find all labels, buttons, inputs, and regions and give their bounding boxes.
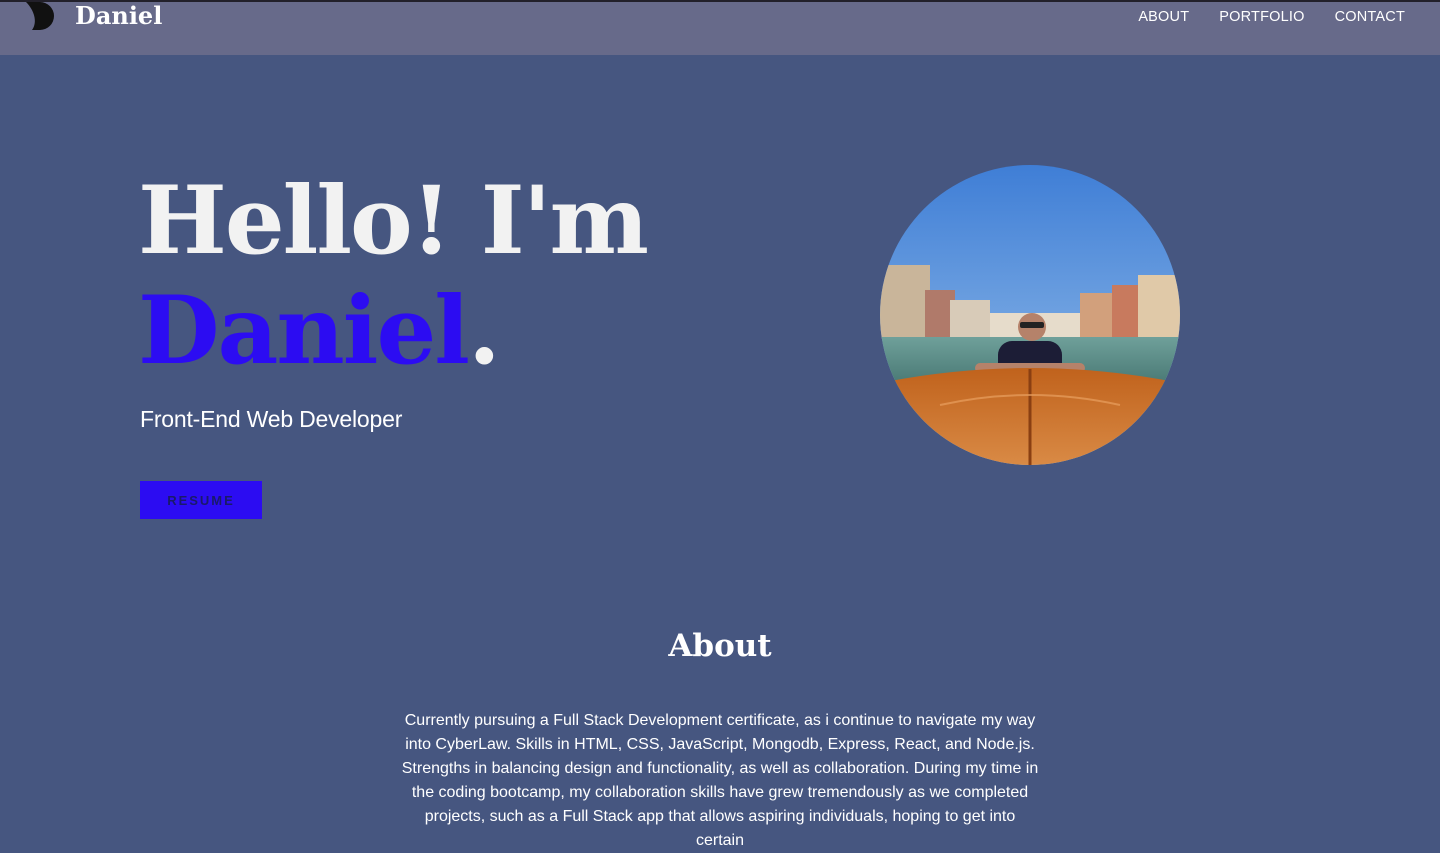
hero-greeting: Hello! I'm [138, 166, 649, 276]
nav-portfolio-link[interactable]: PORTFOLIO [1219, 9, 1304, 25]
navbar: Daniel ABOUT PORTFOLIO CONTACT [0, 2, 1440, 55]
hero-name-line: Daniel. [138, 276, 501, 386]
brand-name[interactable]: Daniel [75, 2, 162, 30]
resume-button[interactable]: RESUME [140, 481, 262, 519]
about-heading: About [668, 628, 772, 664]
d-logo-icon[interactable] [24, 0, 56, 32]
hero-name: Daniel [138, 276, 470, 386]
hero-subtitle: Front-End Web Developer [140, 406, 403, 432]
hero-period: . [468, 276, 501, 386]
profile-photo [880, 165, 1180, 465]
nav-menu: ABOUT PORTFOLIO CONTACT [1138, 9, 1405, 25]
about-body: Currently pursuing a Full Stack Developm… [401, 712, 1039, 849]
nav-about-link[interactable]: ABOUT [1138, 9, 1189, 25]
nav-contact-link[interactable]: CONTACT [1335, 9, 1405, 25]
